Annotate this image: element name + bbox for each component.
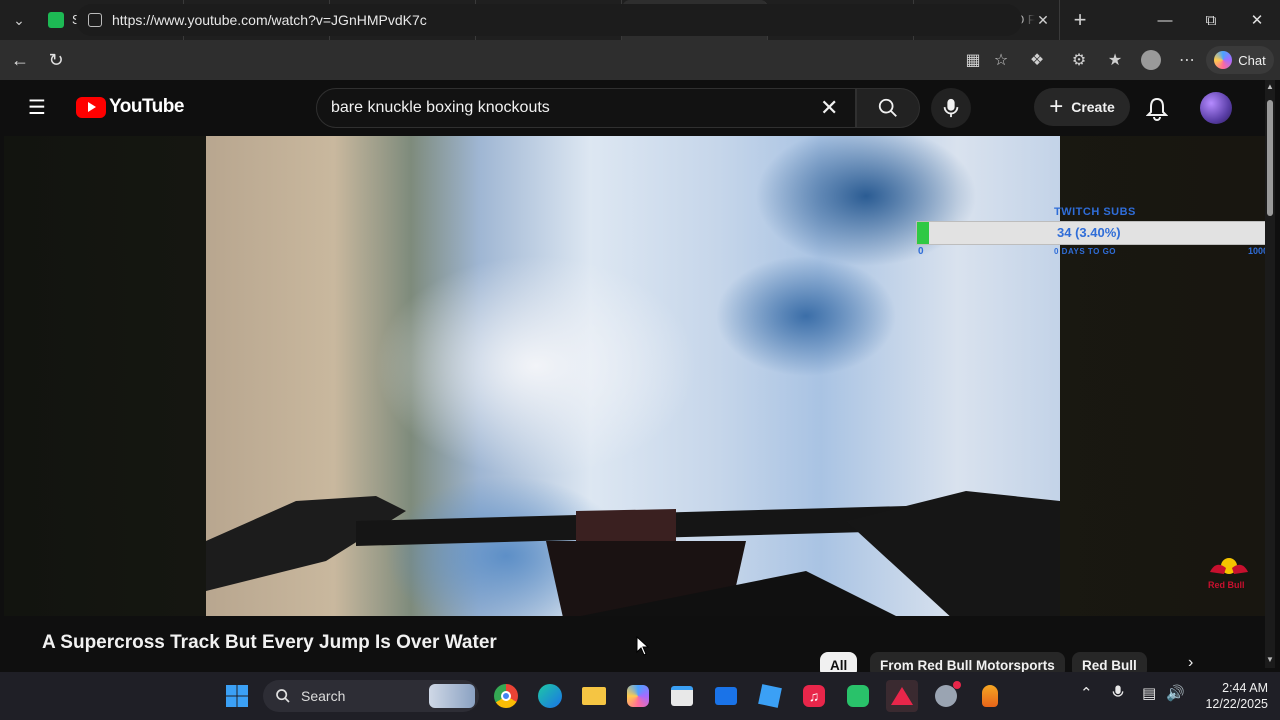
subs-goal-fill — [917, 222, 930, 244]
search-input[interactable]: bare knuckle boxing knockouts — [316, 88, 856, 128]
copilot-chat-button[interactable]: Chat — [1206, 46, 1274, 74]
edge-icon[interactable] — [534, 680, 566, 712]
fl-studio-icon[interactable] — [974, 680, 1006, 712]
scroll-down-arrow-icon[interactable]: ▼ — [1264, 655, 1276, 665]
roblox-icon[interactable] — [754, 680, 786, 712]
taskbar-search-label: Search — [301, 688, 346, 704]
search-button[interactable] — [856, 88, 920, 128]
youtube-logo[interactable]: YouTube — [76, 96, 184, 118]
profile-icon[interactable] — [1134, 40, 1168, 80]
tiktok-icon[interactable]: ♫ — [798, 680, 830, 712]
search-query-text: bare knuckle boxing knockouts — [331, 99, 550, 116]
store-icon[interactable] — [666, 680, 698, 712]
youtube-play-icon — [76, 96, 106, 118]
microphone-icon — [943, 98, 959, 118]
back-arrow-icon[interactable]: ← — [2, 42, 38, 78]
notifications-bell-icon[interactable] — [1142, 94, 1172, 124]
volume-icon[interactable]: 🔊 — [1166, 684, 1185, 702]
video-frame-handlebars — [206, 491, 1060, 616]
clock-time: 2:44 AM — [1222, 681, 1268, 695]
video-title: A Supercross Track But Every Jump Is Ove… — [42, 632, 497, 653]
account-avatar[interactable] — [1200, 92, 1232, 124]
red-bull-logo-text: Red Bull — [1208, 580, 1245, 590]
browser-essentials-icon[interactable]: ⚙ — [1062, 40, 1096, 80]
clear-search-icon[interactable]: ✕ — [820, 96, 838, 120]
copilot-app-icon[interactable] — [622, 680, 654, 712]
tab-actions-menu-icon[interactable]: ⌄ — [0, 0, 38, 40]
subs-goal-min: 0 — [918, 246, 924, 257]
taskbar-search[interactable]: Search — [263, 680, 479, 712]
search-highlight-icon — [429, 684, 475, 708]
show-hidden-icons-chevron-icon[interactable]: ⌃ — [1080, 684, 1093, 702]
chips-next-arrow-icon[interactable]: › — [1188, 654, 1193, 672]
scrollbar-thumb[interactable] — [1267, 100, 1273, 216]
url-text: https://www.youtube.com/watch?v=JGnHMPvd… — [112, 12, 427, 28]
steam-icon[interactable] — [930, 680, 962, 712]
subs-goal-count: 34 (3.40%) — [1057, 225, 1121, 240]
chat-label: Chat — [1238, 52, 1266, 68]
search-icon — [276, 689, 290, 703]
plus-icon: + — [1049, 93, 1064, 120]
search-icon — [878, 98, 897, 117]
network-icon[interactable]: ▤ — [1142, 684, 1156, 702]
mail-icon[interactable] — [710, 680, 742, 712]
file-explorer-icon[interactable] — [578, 680, 610, 712]
create-label: Create — [1071, 99, 1115, 115]
more-options-icon[interactable]: ⋯ — [1170, 40, 1204, 80]
subs-goal-days: 0 DAYS TO GO — [1054, 247, 1117, 256]
voice-search-button[interactable] — [931, 88, 971, 128]
obs-app-icon[interactable] — [886, 680, 918, 712]
discord-icon[interactable] — [842, 680, 874, 712]
close-tab-icon[interactable]: ✕ — [1035, 12, 1051, 29]
copilot-icon — [1214, 51, 1233, 69]
site-info-icon[interactable] — [88, 13, 102, 27]
subs-goal-bar: 34 (3.40%) — [916, 221, 1272, 245]
favorites-icon[interactable]: ★ — [1098, 40, 1132, 80]
youtube-header: ☰ YouTube bare knuckle boxing knockouts … — [4, 80, 1265, 136]
chrome-icon[interactable] — [490, 680, 522, 712]
microphone-tray-icon[interactable] — [1112, 684, 1124, 704]
clock-date: 12/22/2025 — [1205, 697, 1268, 711]
twitch-subs-goal-widget: TWITCH SUBS 34 (3.40%) 0 0 DAYS TO GO 10… — [916, 206, 1272, 260]
taskbar-clock[interactable]: 2:44 AM 12/22/2025 — [1196, 680, 1268, 712]
mouse-cursor-icon — [636, 636, 650, 656]
minimize-icon[interactable]: — — [1142, 0, 1188, 40]
close-window-icon[interactable]: ✕ — [1234, 0, 1280, 40]
favorite-star-icon[interactable]: ☆ — [984, 40, 1018, 80]
extensions-icon[interactable]: ❖ — [1020, 40, 1054, 80]
scroll-up-arrow-icon[interactable]: ▲ — [1264, 82, 1276, 92]
new-tab-button[interactable]: + — [1060, 0, 1100, 40]
spotify-icon — [48, 12, 64, 28]
youtube-logo-text: YouTube — [109, 96, 184, 117]
hamburger-menu-icon[interactable]: ☰ — [28, 96, 50, 120]
subs-goal-title: TWITCH SUBS — [1054, 206, 1136, 218]
restore-icon[interactable]: ⧉ — [1188, 0, 1234, 40]
create-button[interactable]: + Create — [1034, 88, 1130, 126]
windows-start-icon[interactable] — [221, 680, 253, 712]
url-bar[interactable]: https://www.youtube.com/watch?v=JGnHMPvd… — [76, 4, 1022, 36]
reload-icon[interactable]: ↻ — [38, 42, 74, 78]
